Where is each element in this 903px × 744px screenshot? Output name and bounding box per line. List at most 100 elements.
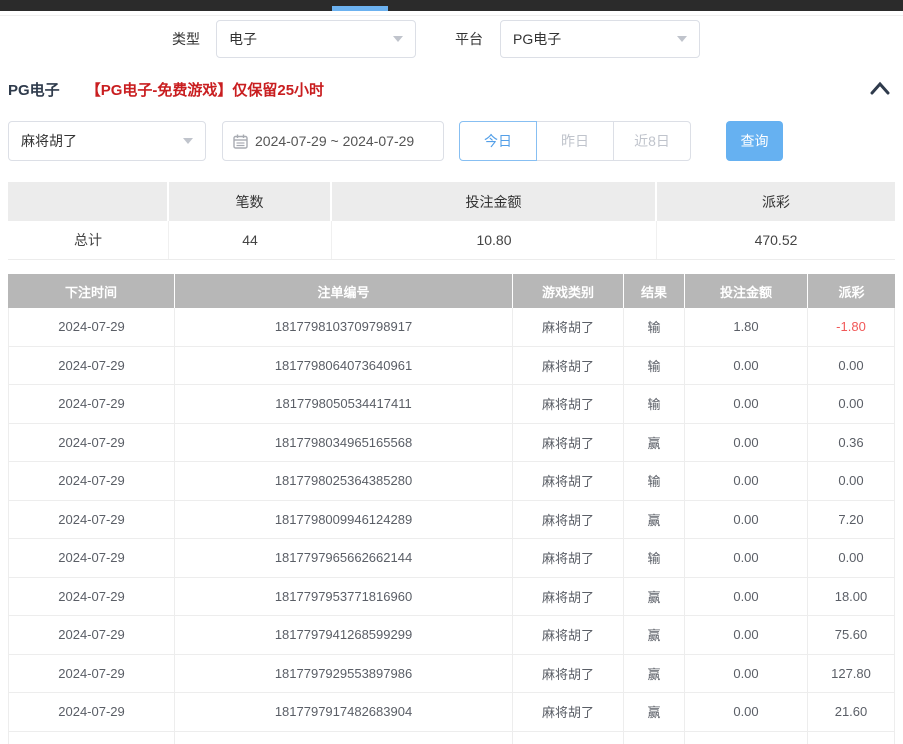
cell-bet-id: 1817798009946124289 bbox=[175, 501, 513, 539]
cell-result: 赢 bbox=[624, 655, 685, 693]
cell-result: 输 bbox=[624, 539, 685, 577]
chevron-down-icon bbox=[677, 36, 687, 42]
cell-bet-amount: 0.00 bbox=[685, 501, 808, 539]
cell-payout: -1.80 bbox=[808, 308, 895, 346]
cell-bet-amount: 0.00 bbox=[685, 616, 808, 654]
cell-bet-time: 2024-07-29 bbox=[8, 655, 175, 693]
cell-result: 输 bbox=[624, 347, 685, 385]
last-8-days-button[interactable]: 近8日 bbox=[613, 121, 691, 161]
cell-bet-time: 2024-07-29 bbox=[8, 424, 175, 462]
cell-result: 赢 bbox=[624, 693, 685, 731]
cell-payout: 0.36 bbox=[808, 424, 895, 462]
table-row: 2024-07-29 1817798050534417411 麻将胡了 输 0.… bbox=[8, 385, 895, 424]
cell-payout: 18.00 bbox=[808, 578, 895, 616]
cell-game-type: 麻将胡了 bbox=[513, 655, 624, 693]
header-divider bbox=[0, 15, 903, 16]
cell-result: 赢 bbox=[624, 424, 685, 462]
header-game-type: 游戏类别 bbox=[513, 274, 624, 308]
cell-bet-time: 2024-07-29 bbox=[8, 501, 175, 539]
cell-result: 赢 bbox=[624, 732, 685, 744]
cell-game-type: 麻将胡了 bbox=[513, 385, 624, 423]
cell-result: 赢 bbox=[624, 616, 685, 654]
cell-bet-amount: 0.00 bbox=[685, 424, 808, 462]
cell-result: 赢 bbox=[624, 578, 685, 616]
cell-payout: 127.80 bbox=[808, 655, 895, 693]
cell-bet-time: 2024-07-29 bbox=[8, 308, 175, 346]
cell-bet-time bbox=[8, 732, 175, 744]
cell-bet-amount: 0.00 bbox=[685, 462, 808, 500]
cell-bet-id: 1817798103709798917 bbox=[175, 308, 513, 346]
cell-bet-time: 2024-07-29 bbox=[8, 578, 175, 616]
cell-bet-amount: 0.00 bbox=[685, 578, 808, 616]
cell-game-type: 麻将胡了 bbox=[513, 539, 624, 577]
cell-payout: 0.00 bbox=[808, 347, 895, 385]
summary-total-payout: 470.52 bbox=[657, 221, 895, 259]
platform-select-value: PG电子 bbox=[513, 29, 669, 49]
cell-payout: 0.00 bbox=[808, 385, 895, 423]
cell-bet-time: 2024-07-29 bbox=[8, 616, 175, 654]
cell-result: 赢 bbox=[624, 501, 685, 539]
cell-bet-id: 1817798034965165568 bbox=[175, 424, 513, 462]
platform-select[interactable]: PG电子 bbox=[500, 20, 700, 58]
type-select[interactable]: 电子 bbox=[216, 20, 416, 58]
search-button[interactable]: 查询 bbox=[726, 121, 783, 161]
cell-game-type: 麻将胡了 bbox=[513, 732, 624, 744]
cell-bet-id: 1817798025364385280 bbox=[175, 462, 513, 500]
table-header-row: 下注时间 注单编号 游戏类别 结果 投注金额 派彩 bbox=[8, 274, 895, 308]
cell-payout: 0.00 bbox=[808, 462, 895, 500]
table-row: 2024-07-29 1817798009946124289 麻将胡了 赢 0.… bbox=[8, 501, 895, 540]
calendar-icon bbox=[233, 134, 248, 149]
chevron-up-icon bbox=[869, 80, 891, 96]
table-row: 2024-07-29 1817798064073640961 麻将胡了 输 0.… bbox=[8, 347, 895, 386]
type-label: 类型 bbox=[172, 20, 200, 58]
summary-header-bet-amount: 投注金额 bbox=[332, 182, 657, 221]
cell-bet-id: 1817798064073640961 bbox=[175, 347, 513, 385]
cell-bet-id: 1817797965662662144 bbox=[175, 539, 513, 577]
cell-result: 输 bbox=[624, 308, 685, 346]
cell-result: 输 bbox=[624, 385, 685, 423]
cell-bet-time: 2024-07-29 bbox=[8, 347, 175, 385]
cell-payout: 7.20 bbox=[808, 501, 895, 539]
table-row: 2024-07-29 1817797929553897986 麻将胡了 赢 0.… bbox=[8, 655, 895, 694]
summary-header-row: 笔数 投注金额 派彩 bbox=[8, 182, 895, 221]
cell-game-type: 麻将胡了 bbox=[513, 308, 624, 346]
cell-bet-amount: 0.00 bbox=[685, 347, 808, 385]
cell-payout: 21.60 bbox=[808, 693, 895, 731]
summary-total-bet-amount: 10.80 bbox=[332, 221, 657, 259]
cell-bet-id: 1817798050534417411 bbox=[175, 385, 513, 423]
game-select-value: 麻将胡了 bbox=[21, 131, 175, 151]
type-select-value: 电子 bbox=[229, 29, 385, 49]
cell-result: 输 bbox=[624, 462, 685, 500]
cell-payout: 75.60 bbox=[808, 616, 895, 654]
cell-game-type: 麻将胡了 bbox=[513, 616, 624, 654]
cell-game-type: 麻将胡了 bbox=[513, 501, 624, 539]
cell-game-type: 麻将胡了 bbox=[513, 347, 624, 385]
table-row: 2024-07-29 1817797965662662144 麻将胡了 输 0.… bbox=[8, 539, 895, 578]
section-notice: 【PG电子-免费游戏】仅保留25小时 bbox=[86, 82, 324, 99]
header-bet-id: 注单编号 bbox=[175, 274, 513, 308]
cell-bet-amount: 0.00 bbox=[685, 655, 808, 693]
table-row: 2024-07-29 1817798034965165568 麻将胡了 赢 0.… bbox=[8, 424, 895, 463]
active-tab-indicator[interactable] bbox=[332, 6, 388, 11]
game-select[interactable]: 麻将胡了 bbox=[8, 121, 206, 161]
cell-bet-id: 1817797917482683904 bbox=[175, 693, 513, 731]
header-bet-amount: 投注金额 bbox=[685, 274, 808, 308]
query-toolbar: 麻将胡了 2024-07-29 ~ 2024-07-29 今日 昨日 近8日 查… bbox=[0, 121, 903, 161]
cell-bet-time: 2024-07-29 bbox=[8, 539, 175, 577]
summary-total-label: 总计 bbox=[8, 221, 169, 259]
summary-header-blank bbox=[8, 182, 169, 221]
cell-bet-amount: 0.00 bbox=[685, 539, 808, 577]
summary-total-row: 总计 44 10.80 470.52 bbox=[8, 221, 895, 260]
table-row: 2024-07-29 1817798025364385280 麻将胡了 输 0.… bbox=[8, 462, 895, 501]
cell-game-type: 麻将胡了 bbox=[513, 693, 624, 731]
today-button[interactable]: 今日 bbox=[459, 121, 537, 161]
cell-game-type: 麻将胡了 bbox=[513, 462, 624, 500]
cell-bet-id: 1817797941268599299 bbox=[175, 616, 513, 654]
cell-bet-id: 1817797953771816960 bbox=[175, 578, 513, 616]
summary-total-count: 44 bbox=[169, 221, 332, 259]
date-range-value: 2024-07-29 ~ 2024-07-29 bbox=[255, 133, 414, 149]
collapse-section-button[interactable] bbox=[869, 80, 893, 100]
yesterday-button[interactable]: 昨日 bbox=[536, 121, 614, 161]
date-range-picker[interactable]: 2024-07-29 ~ 2024-07-29 bbox=[222, 121, 444, 161]
filter-row-top: 类型 电子 平台 PG电子 bbox=[0, 20, 903, 58]
